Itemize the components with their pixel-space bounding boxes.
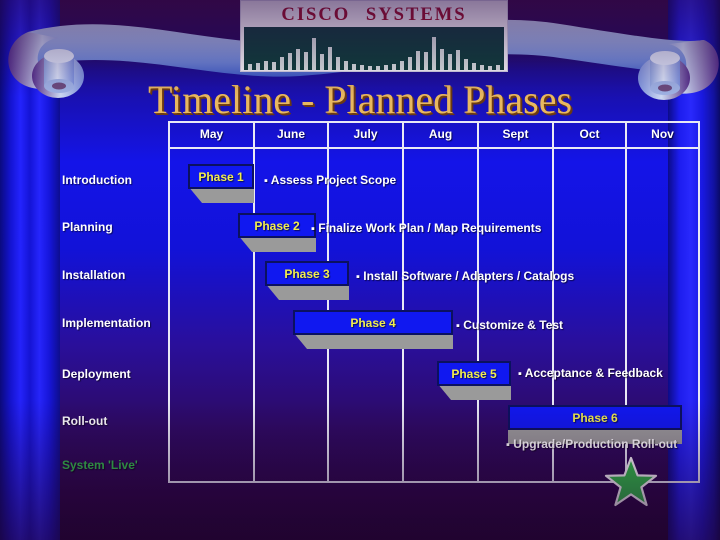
month-header: Sept — [502, 127, 529, 141]
cisco-systems-logo: CISCO SYSTEMS — [240, 0, 508, 72]
bullet-icon: ▪ — [456, 320, 460, 332]
row-label-installation: Installation — [62, 268, 126, 282]
logo-text-systems: SYSTEMS — [365, 4, 467, 25]
month-header: Aug — [428, 127, 453, 141]
slide-canvas: CISCO SYSTEMS Timeline - Planned Phases … — [0, 0, 720, 540]
phase-note-text: Upgrade/Production Roll-out — [513, 437, 678, 451]
logo-wordmark: CISCO SYSTEMS — [247, 3, 502, 27]
month-header: July — [353, 127, 378, 141]
row-label-system-live: System 'Live' — [62, 458, 138, 472]
row-label-introduction: Introduction — [62, 173, 132, 187]
phase-note-4: ▪ Customize & Test — [456, 318, 563, 332]
green-star-milestone-icon — [604, 456, 658, 507]
slide-title: Timeline - Planned Phases — [147, 77, 573, 122]
month-header: Nov — [651, 127, 674, 141]
phase-note-5: ▪ Acceptance & Feedback — [518, 366, 663, 380]
bullet-icon: ▪ — [506, 439, 510, 451]
bullet-icon: ▪ — [264, 175, 268, 187]
phase-bar-1[interactable]: Phase 1 — [188, 164, 254, 203]
phase-note-text: Finalize Work Plan / Map Requirements — [318, 221, 542, 235]
phase-note-text: Install Software / Adapters / Catalogs — [363, 269, 575, 283]
row-label-planning: Planning — [62, 220, 113, 234]
logo-bridge-graphic — [244, 27, 504, 70]
phase-bar-label: Phase 4 — [293, 310, 453, 335]
phase-note-text: Assess Project Scope — [270, 173, 397, 187]
phase-note-1: ▪ Assess Project Scope — [264, 173, 396, 187]
bullet-icon: ▪ — [518, 368, 522, 380]
grid-vline — [168, 121, 170, 483]
phase-bar-3[interactable]: Phase 3 — [265, 261, 349, 300]
phase-bar-4[interactable]: Phase 4 — [293, 310, 453, 349]
grid-hline — [168, 147, 700, 149]
phase-bar-label: Phase 2 — [238, 213, 316, 238]
phase-bar-label: Phase 5 — [437, 361, 511, 386]
phase-note-3: ▪ Install Software / Adapters / Catalogs — [356, 269, 574, 283]
month-header: Oct — [579, 127, 600, 141]
phase-note-2: ▪ Finalize Work Plan / Map Requirements — [311, 221, 541, 235]
month-header: May — [199, 127, 224, 141]
phase-bar-2[interactable]: Phase 2 — [238, 213, 316, 252]
grid-vline — [477, 121, 479, 483]
phase-bar-5[interactable]: Phase 5 — [437, 361, 511, 400]
phase-note-6: ▪ Upgrade/Production Roll-out — [506, 437, 677, 451]
grid-vline — [402, 121, 404, 483]
bullet-icon: ▪ — [356, 271, 360, 283]
phase-note-text: Acceptance & Feedback — [524, 366, 663, 380]
phase-bar-label: Phase 3 — [265, 261, 349, 286]
logo-text-cisco: CISCO — [281, 4, 351, 25]
grid-vline — [698, 121, 700, 483]
phase-bar-label: Phase 6 — [508, 405, 682, 430]
phase-bar-6[interactable]: Phase 6 — [508, 405, 682, 444]
row-label-deployment: Deployment — [62, 367, 131, 381]
phase-note-text: Customize & Test — [463, 318, 564, 332]
month-header: June — [276, 127, 305, 141]
phase-bar-label: Phase 1 — [188, 164, 254, 189]
bullet-icon: ▪ — [311, 223, 315, 235]
row-label-rollout: Roll-out — [62, 414, 108, 428]
row-label-implementation: Implementation — [62, 316, 151, 330]
